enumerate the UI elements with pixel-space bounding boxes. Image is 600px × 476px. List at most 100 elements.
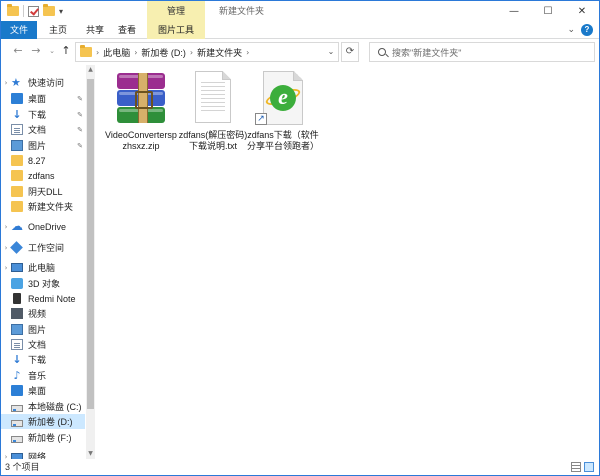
drive-icon (11, 435, 23, 443)
title-bar: ▾ 管理 新建文件夹 — ☐ ✕ (1, 1, 599, 21)
back-button[interactable]: ← (11, 44, 25, 58)
minimize-button[interactable]: — (497, 1, 531, 21)
sidebar-item[interactable]: 3D 对象 (1, 276, 85, 291)
sidebar-item[interactable]: 新加卷 (D:) (1, 414, 85, 429)
sidebar-item[interactable]: › ★ 快速访问 (1, 75, 85, 90)
chevron-right-icon[interactable]: › (190, 48, 193, 57)
sidebar-item-label: 图片 (28, 325, 47, 335)
file-name: VideoConverterspzhsxz.zip (105, 130, 177, 151)
file-name: zdfans下载（软件分享平台领跑者） (247, 130, 320, 151)
address-bar[interactable]: › 此电脑 › 新加卷 (D:) › 新建文件夹 › (75, 42, 339, 62)
forward-button[interactable]: → (29, 44, 43, 58)
expand-ribbon-icon[interactable]: ⌄ (567, 24, 575, 35)
sidebar-item-label: 图片 (28, 141, 47, 151)
large-icons-view-icon[interactable] (584, 462, 594, 472)
sidebar-item-label: 文档 (28, 340, 47, 350)
sidebar-item[interactable]: ♪ 音乐 (1, 368, 85, 383)
music-icon: ♪ (13, 369, 21, 382)
sidebar-scrollbar[interactable]: ▲ ▼ (86, 65, 95, 459)
toolbar-divider (23, 5, 24, 17)
recent-locations-icon[interactable]: ⌄ (45, 44, 59, 58)
sidebar-item[interactable]: zdfans (1, 168, 85, 183)
chevron-right-icon[interactable]: › (1, 79, 11, 87)
context-tab-header: 管理 (147, 1, 205, 21)
pin-icon: ✎ (77, 94, 83, 103)
sidebar-item-label: zdfans (28, 170, 55, 181)
sidebar-item[interactable]: › 网络 (1, 449, 85, 459)
sidebar-item[interactable]: 阴天DLL (1, 184, 85, 199)
file-list: VideoConverterspzhsxz.zip zdfans(解压密码)下载… (97, 65, 599, 459)
tab-picture-tools[interactable]: 图片工具 (147, 21, 205, 39)
file-item-zip[interactable]: VideoConverterspzhsxz.zip (105, 71, 177, 152)
chevron-right-icon[interactable]: › (96, 48, 99, 57)
sidebar-item[interactable]: 文档 (1, 337, 85, 352)
sidebar-item-label: 网络 (28, 452, 47, 459)
phone-icon (13, 293, 21, 304)
sidebar-item[interactable]: 8.27 (1, 153, 85, 168)
up-button[interactable]: ↑ (59, 44, 73, 58)
refresh-button[interactable]: ⟳ (341, 42, 359, 62)
sidebar-item[interactable]: 文档 ✎ (1, 122, 85, 137)
file-item-txt[interactable]: zdfans(解压密码)下载说明.txt (177, 71, 249, 152)
video-icon (11, 308, 23, 319)
sidebar-item-label: 工作空间 (28, 243, 65, 253)
sidebar-item[interactable]: 图片 ✎ (1, 138, 85, 153)
search-box[interactable]: 搜索"新建文件夹" (369, 42, 595, 62)
sidebar-item-label: 本地磁盘 (C:) (28, 402, 82, 412)
tab-share[interactable]: 共享 (79, 21, 111, 39)
folder-icon (11, 186, 23, 197)
sidebar-item[interactable]: 桌面 (1, 383, 85, 398)
sidebar-item[interactable]: ↓ 下载 ✎ (1, 107, 85, 122)
quick-access-toolbar: ▾ (7, 4, 63, 17)
chevron-right-icon[interactable]: › (1, 264, 11, 272)
sidebar-item[interactable]: Redmi Note (1, 291, 85, 306)
picture-icon (11, 140, 23, 151)
breadcrumb-new-folder[interactable]: 新建文件夹 (197, 46, 242, 59)
sidebar-item[interactable]: 本地磁盘 (C:) (1, 399, 85, 414)
sidebar-item[interactable]: › 工作空间 (1, 240, 85, 255)
maximize-button[interactable]: ☐ (531, 1, 565, 21)
desktop-icon (11, 93, 23, 104)
pin-icon: ✎ (77, 110, 83, 119)
sidebar-item-label: Redmi Note (28, 293, 76, 304)
chevron-right-icon[interactable]: › (1, 223, 11, 231)
tab-home[interactable]: 主页 (37, 21, 79, 39)
sidebar-item[interactable]: › 此电脑 (1, 260, 85, 275)
folder-icon (7, 4, 19, 16)
item-count: 3 个项目 (5, 462, 40, 472)
sidebar-item-label: 阴天DLL (28, 187, 63, 197)
customize-toolbar-icon[interactable]: ▾ (59, 7, 63, 16)
sidebar-item-label: 8.27 (28, 155, 46, 166)
breadcrumb-this-pc[interactable]: 此电脑 (103, 46, 130, 59)
file-name: zdfans(解压密码)下载说明.txt (178, 130, 248, 151)
tab-view[interactable]: 查看 (111, 21, 143, 39)
chevron-right-icon[interactable]: › (246, 48, 249, 57)
help-icon[interactable]: ? (581, 24, 593, 36)
file-item-shortcut[interactable]: e ↗ zdfans下载（软件分享平台领跑者） (247, 71, 319, 152)
scroll-up-icon[interactable]: ▲ (86, 65, 95, 75)
download-icon: ↓ (12, 353, 22, 366)
scrollbar-thumb[interactable] (87, 79, 94, 409)
sidebar-item[interactable]: › ☁ OneDrive (1, 219, 85, 234)
chevron-right-icon[interactable]: › (134, 48, 137, 57)
tab-file[interactable]: 文件 (1, 21, 37, 39)
sidebar-item[interactable]: 视频 (1, 306, 85, 321)
sidebar-item-label: 快速访问 (28, 78, 65, 88)
new-folder-icon[interactable] (43, 4, 55, 16)
details-view-icon[interactable] (571, 462, 581, 472)
close-button[interactable]: ✕ (565, 1, 599, 21)
sidebar-item[interactable]: 新加卷 (F:) (1, 430, 85, 445)
search-input[interactable]: 搜索"新建文件夹" (392, 46, 461, 59)
sidebar-item[interactable]: ↓ 下载 (1, 352, 85, 367)
sidebar-item[interactable]: 图片 (1, 322, 85, 337)
sidebar-item-label: 新加卷 (F:) (28, 433, 72, 443)
star-icon: ★ (11, 76, 21, 89)
breadcrumb-drive-d[interactable]: 新加卷 (D:) (141, 46, 186, 59)
sidebar-item[interactable]: 新建文件夹 (1, 199, 85, 214)
sidebar-item-label: 新加卷 (D:) (28, 417, 73, 427)
search-icon (378, 48, 386, 56)
address-dropdown-icon[interactable]: ⌄ (323, 42, 339, 62)
scroll-down-icon[interactable]: ▼ (86, 449, 95, 459)
properties-icon[interactable] (28, 5, 39, 17)
sidebar-item[interactable]: 桌面 ✎ (1, 91, 85, 106)
